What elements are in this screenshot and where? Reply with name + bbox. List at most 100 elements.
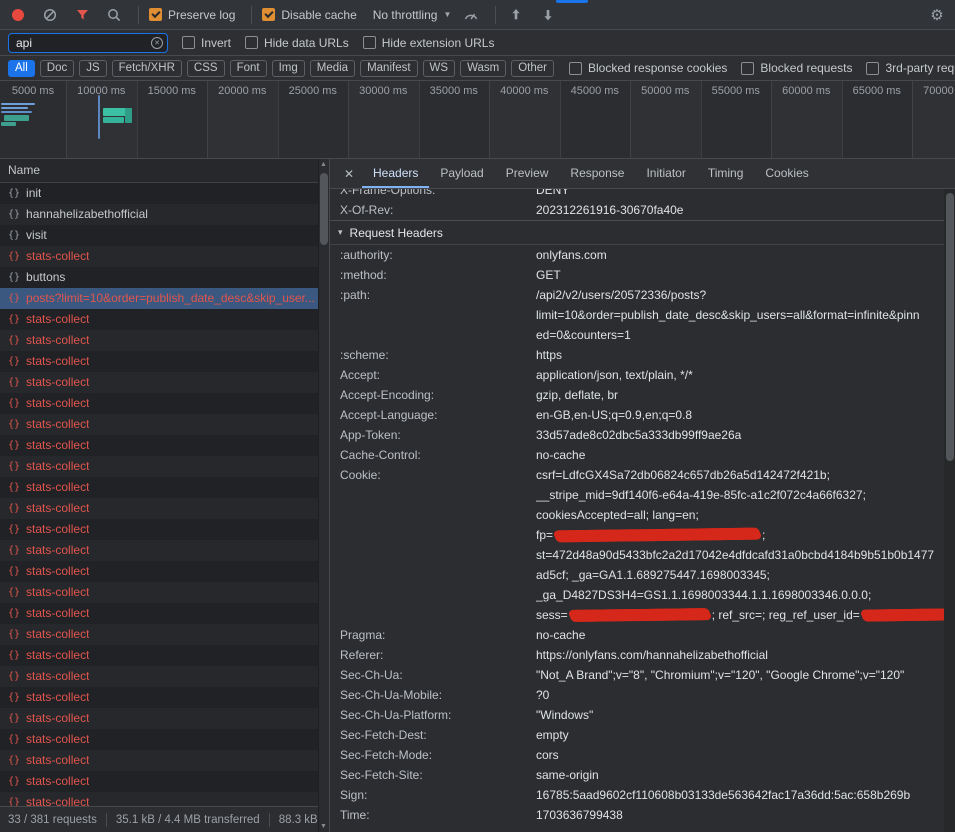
request-row[interactable]: {}stats-collect — [0, 435, 329, 456]
type-filter-fetch-xhr[interactable]: Fetch/XHR — [112, 60, 182, 77]
record-button[interactable] — [8, 5, 28, 25]
blocked-response-cookies-checkbox[interactable]: Blocked response cookies — [569, 61, 727, 75]
request-row[interactable]: {}stats-collect — [0, 351, 329, 372]
request-row[interactable]: {}hannahelizabethofficial — [0, 204, 329, 225]
request-row[interactable]: {}init — [0, 183, 329, 204]
script-file-icon: {} — [8, 456, 20, 477]
third-party-requests-label: 3rd-party requests — [885, 61, 955, 75]
tab-response[interactable]: Response — [559, 159, 635, 188]
scrollbar-thumb[interactable] — [320, 173, 328, 245]
request-row[interactable]: {}stats-collect — [0, 771, 329, 792]
tab-headers[interactable]: Headers — [362, 159, 429, 188]
request-row[interactable]: {}stats-collect — [0, 246, 329, 267]
request-row[interactable]: {}stats-collect — [0, 624, 329, 645]
clear-button[interactable] — [40, 5, 60, 25]
checkbox-unchecked-icon[interactable] — [182, 36, 195, 49]
request-row[interactable]: {}stats-collect — [0, 603, 329, 624]
request-row[interactable]: {}stats-collect — [0, 498, 329, 519]
type-filter-css[interactable]: CSS — [187, 60, 225, 77]
scroll-down-arrow-icon[interactable]: ▼ — [319, 823, 328, 830]
request-row[interactable]: {}stats-collect — [0, 561, 329, 582]
request-row[interactable]: {}buttons — [0, 267, 329, 288]
request-row[interactable]: {}stats-collect — [0, 582, 329, 603]
hide-extension-urls-checkbox[interactable]: Hide extension URLs — [363, 36, 495, 50]
tab-payload[interactable]: Payload — [429, 159, 494, 188]
type-filter-js[interactable]: JS — [79, 60, 106, 77]
type-filter-other[interactable]: Other — [511, 60, 554, 77]
clear-filter-icon[interactable]: ✕ — [151, 37, 163, 49]
type-filter-font[interactable]: Font — [230, 60, 267, 77]
type-filter-media[interactable]: Media — [310, 60, 355, 77]
detail-scrollbar[interactable] — [944, 189, 955, 832]
request-row[interactable]: {}stats-collect — [0, 330, 329, 351]
request-row[interactable]: {}visit — [0, 225, 329, 246]
request-row[interactable]: {}stats-collect — [0, 729, 329, 750]
type-filter-img[interactable]: Img — [272, 60, 305, 77]
search-icon — [107, 8, 121, 22]
network-overview-timeline[interactable]: 5000 ms10000 ms15000 ms20000 ms25000 ms3… — [0, 81, 955, 159]
tab-preview[interactable]: Preview — [495, 159, 560, 188]
request-row[interactable]: {}stats-collect — [0, 750, 329, 771]
filter-input[interactable]: api ✕ — [8, 33, 168, 53]
scrollbar-thumb[interactable] — [946, 193, 954, 461]
timeline-label: 35000 ms — [414, 85, 494, 97]
close-detail-button[interactable]: ✕ — [336, 167, 362, 181]
checkbox-checked-icon[interactable] — [149, 8, 162, 21]
checkbox-unchecked-icon[interactable] — [866, 62, 879, 75]
request-row[interactable]: {}stats-collect — [0, 414, 329, 435]
checkbox-unchecked-icon[interactable] — [363, 36, 376, 49]
type-filter-ws[interactable]: WS — [423, 60, 456, 77]
request-row[interactable]: {}stats-collect — [0, 393, 329, 414]
request-headers-section[interactable]: ▾Request Headers — [330, 221, 944, 245]
header-row: :method:GET — [330, 265, 944, 285]
request-row[interactable]: {}stats-collect — [0, 708, 329, 729]
request-row[interactable]: {}stats-collect — [0, 687, 329, 708]
type-filter-all[interactable]: All — [8, 60, 35, 77]
network-conditions-button[interactable] — [461, 5, 481, 25]
timeline-label: 50000 ms — [625, 85, 705, 97]
request-row[interactable]: {}stats-collect — [0, 309, 329, 330]
checkbox-checked-icon[interactable] — [262, 8, 275, 21]
script-file-icon: {} — [8, 309, 20, 330]
request-row[interactable]: {}stats-collect — [0, 372, 329, 393]
hide-data-urls-checkbox[interactable]: Hide data URLs — [245, 36, 349, 50]
checkbox-unchecked-icon[interactable] — [741, 62, 754, 75]
invert-checkbox[interactable]: Invert — [182, 36, 231, 50]
script-file-icon: {} — [8, 519, 20, 540]
checkbox-unchecked-icon[interactable] — [569, 62, 582, 75]
checkbox-unchecked-icon[interactable] — [245, 36, 258, 49]
request-row-selected[interactable]: {}posts?limit=10&order=publish_date_desc… — [0, 288, 329, 309]
header-name: Cache-Control: — [340, 445, 536, 465]
request-row[interactable]: {}stats-collect — [0, 666, 329, 687]
import-har-button[interactable] — [506, 5, 526, 25]
tab-initiator[interactable]: Initiator — [635, 159, 696, 188]
header-value: "Windows" — [536, 705, 944, 725]
type-filter-doc[interactable]: Doc — [40, 60, 74, 77]
disable-cache-checkbox[interactable]: Disable cache — [262, 8, 356, 22]
type-filter-manifest[interactable]: Manifest — [360, 60, 417, 77]
tab-timing[interactable]: Timing — [697, 159, 755, 188]
waterfall-activity-bar — [98, 95, 100, 139]
settings-button[interactable]: ⚙ — [927, 5, 947, 25]
network-summary-bar: 33 / 381 requests 35.1 kB / 4.4 MB trans… — [0, 806, 329, 832]
request-row[interactable]: {}stats-collect — [0, 792, 329, 806]
request-row[interactable]: {}stats-collect — [0, 456, 329, 477]
request-row[interactable]: {}stats-collect — [0, 477, 329, 498]
filter-toggle-button[interactable] — [72, 5, 92, 25]
throttling-dropdown[interactable]: No throttling ▼ — [373, 8, 452, 22]
request-row[interactable]: {}stats-collect — [0, 540, 329, 561]
waterfall-activity-bar — [1, 122, 16, 126]
search-button[interactable] — [104, 5, 124, 25]
preserve-log-checkbox[interactable]: Preserve log — [149, 8, 235, 22]
name-column-header[interactable]: Name — [0, 159, 329, 183]
type-filter-wasm[interactable]: Wasm — [460, 60, 506, 77]
tab-cookies[interactable]: Cookies — [754, 159, 819, 188]
request-row[interactable]: {}stats-collect — [0, 645, 329, 666]
scroll-up-arrow-icon[interactable]: ▲ — [319, 161, 328, 168]
blocked-requests-checkbox[interactable]: Blocked requests — [741, 61, 852, 75]
request-row[interactable]: {}stats-collect — [0, 519, 329, 540]
request-list-scrollbar[interactable]: ▲ ▼ — [318, 159, 329, 832]
third-party-requests-checkbox[interactable]: 3rd-party requests — [866, 61, 955, 75]
export-har-button[interactable] — [538, 5, 558, 25]
clear-x-glyph: ✕ — [154, 39, 160, 47]
